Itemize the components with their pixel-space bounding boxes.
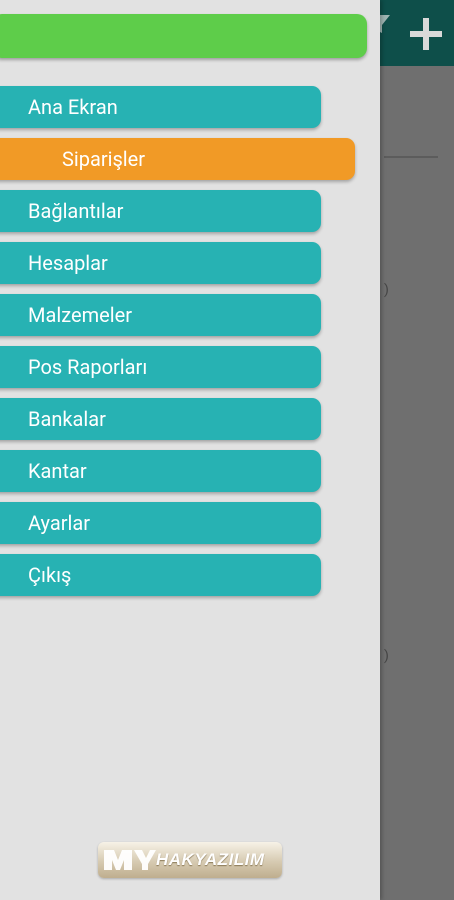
menu-item-pos-raporlari[interactable]: Pos Raporları (0, 346, 321, 388)
menu-item-ayarlar[interactable]: Ayarlar (0, 502, 321, 544)
menu-item-siparisler[interactable]: Siparişler (0, 138, 355, 180)
menu-item-bankalar[interactable]: Bankalar (0, 398, 321, 440)
plus-icon[interactable] (406, 14, 446, 54)
menu-item-malzemeler[interactable]: Malzemeler (0, 294, 321, 336)
background-text-fragment: ) (384, 648, 389, 664)
divider (384, 156, 438, 158)
drawer-header-bar (0, 14, 367, 58)
menu-item-cikis[interactable]: Çıkış (0, 554, 321, 596)
navigation-drawer: Ana Ekran Siparişler Bağlantılar Hesapla… (0, 0, 380, 900)
menu-item-ana-ekran[interactable]: Ana Ekran (0, 86, 321, 128)
menu-item-baglantilar[interactable]: Bağlantılar (0, 190, 321, 232)
menu-item-hesaplar[interactable]: Hesaplar (0, 242, 321, 284)
logo-text: HAKYAZILIM (156, 850, 265, 869)
background-text-fragment: ) (384, 282, 389, 298)
logo-mark-icon (104, 850, 156, 870)
company-logo: HAKYAZILIM (98, 842, 282, 878)
menu-item-kantar[interactable]: Kantar (0, 450, 321, 492)
